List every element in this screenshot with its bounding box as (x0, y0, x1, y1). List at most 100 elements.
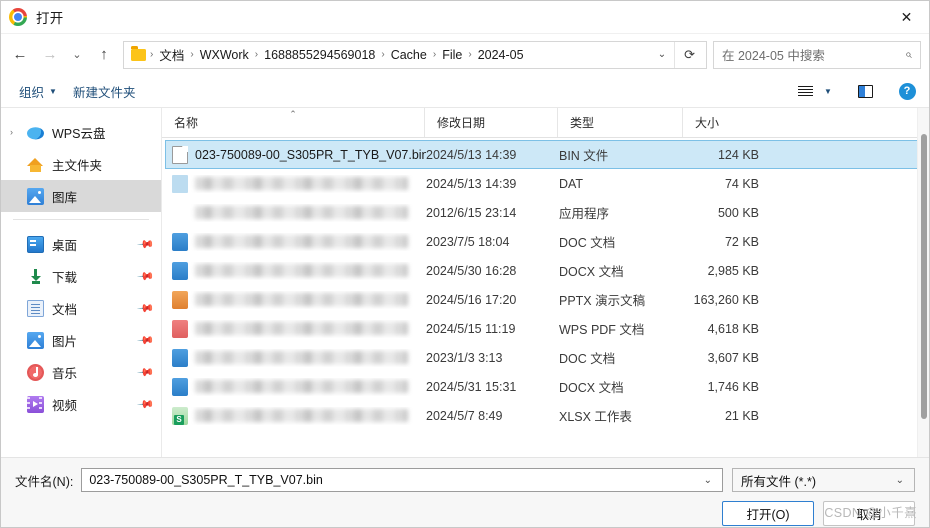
file-date: 2023/1/3 3:13 (426, 350, 503, 365)
cancel-button[interactable]: 取消 (823, 501, 915, 526)
exe-file-icon (172, 204, 188, 222)
table-row[interactable]: 2024/5/30 16:28 DOCX 文档 2,985 KB (165, 256, 926, 285)
file-name-cell (166, 348, 426, 367)
file-type: DOC 文档 (559, 236, 616, 250)
chevron-right-icon[interactable]: › (10, 127, 13, 137)
view-options-caret[interactable]: ▼ (819, 78, 837, 104)
recent-locations-icon[interactable]: ⌄ (65, 41, 89, 69)
table-row[interactable]: 2024/5/7 8:49 XLSX 工作表 21 KB (165, 401, 926, 430)
table-row[interactable]: 2024/5/16 17:20 PPTX 演示文稿 163,260 KB (165, 285, 926, 314)
command-bar: 组织 ▼ 新建文件夹 ▼ ? (1, 75, 929, 108)
sidebar-item-gallery[interactable]: 图库 (1, 180, 161, 212)
pin-icon[interactable]: 📌 (137, 395, 156, 413)
file-size: 3,607 KB (707, 350, 759, 365)
sidebar-item-desktop[interactable]: 桌面 📌 (1, 228, 161, 260)
sidebar-item-downloads[interactable]: 下载 📌 (1, 260, 161, 292)
forward-icon[interactable]: → (35, 41, 65, 69)
sidebar-item-videos[interactable]: 视频 📌 (1, 388, 161, 420)
table-row[interactable]: 2024/5/31 15:31 DOCX 文档 1,746 KB (165, 372, 926, 401)
column-label: 类型 (570, 116, 595, 130)
pin-icon[interactable]: 📌 (137, 363, 156, 381)
table-row[interactable]: 2023/1/3 3:13 DOC 文档 3,607 KB (165, 343, 926, 372)
chevron-down-icon[interactable]: ⌄ (698, 475, 718, 486)
sidebar-item-home[interactable]: 主文件夹 (1, 148, 161, 180)
file-date: 2012/6/15 23:14 (426, 205, 517, 220)
breadcrumb-item-5[interactable]: 2024-05 (473, 48, 529, 62)
sidebar-item-wps-cloud[interactable]: › WPS云盘 (1, 116, 161, 148)
file-type: 应用程序 (559, 207, 610, 221)
new-folder-label: 新建文件夹 (72, 85, 136, 100)
new-folder-button[interactable]: 新建文件夹 (65, 78, 144, 105)
help-button[interactable]: ? (893, 78, 921, 104)
pin-icon[interactable]: 📌 (137, 235, 156, 253)
file-date: 2024/5/30 16:28 (426, 263, 517, 278)
column-header-size[interactable]: 大小 (683, 108, 761, 137)
breadcrumb-item-1[interactable]: WXWork (195, 48, 254, 62)
back-icon[interactable]: ← (5, 41, 35, 69)
view-options-button[interactable] (791, 78, 819, 104)
column-header-type[interactable]: 类型 (558, 108, 683, 137)
chevron-down-icon: ▼ (49, 86, 57, 96)
breadcrumb-item-2[interactable]: 1688855294569018 (259, 48, 380, 62)
file-type-filter-select[interactable]: 所有文件 (*.*) ⌄ (732, 468, 915, 492)
open-button[interactable]: 打开(O) (722, 501, 814, 526)
preview-pane-button[interactable] (851, 78, 879, 104)
pictures-icon (27, 331, 44, 349)
sidebar-item-documents[interactable]: 文档 📌 (1, 292, 161, 324)
search-input[interactable]: 在 2024-05 中搜索 ⌕ (713, 40, 921, 69)
sidebar-item-music[interactable]: 音乐 📌 (1, 356, 161, 388)
table-row[interactable]: 2024/5/15 11:19 WPS PDF 文档 4,618 KB (165, 314, 926, 343)
preview-pane-icon (857, 84, 873, 98)
close-icon[interactable]: ✕ (884, 1, 929, 34)
column-header-name[interactable]: ⌃ 名称 (162, 108, 425, 137)
chevron-down-icon[interactable]: ⌄ (890, 475, 910, 486)
filename-row: 文件名(N): 023-750089-00_S305PR_T_TYB_V07.b… (15, 468, 915, 492)
vertical-scrollbar[interactable] (917, 108, 929, 457)
pin-icon[interactable]: 📌 (137, 299, 156, 317)
file-name-cell (166, 290, 426, 309)
up-icon[interactable]: ↑ (89, 41, 119, 69)
filename-input[interactable]: 023-750089-00_S305PR_T_TYB_V07.bin ⌄ (81, 468, 723, 492)
documents-icon (27, 299, 44, 317)
file-size: 4,618 KB (707, 321, 759, 336)
file-type: WPS PDF 文档 (559, 323, 645, 337)
pin-icon[interactable]: 📌 (137, 331, 156, 349)
file-size: 2,985 KB (707, 263, 759, 278)
sidebar-item-pictures[interactable]: 图片 📌 (1, 324, 161, 356)
sidebar-item-label: 音乐 (52, 366, 78, 381)
table-row[interactable]: 2012/6/15 23:14 应用程序 500 KB (165, 198, 926, 227)
breadcrumb-chevron-down-icon[interactable]: ⌄ (650, 49, 674, 60)
file-name-cell (166, 377, 426, 396)
doc-file-icon (172, 348, 188, 367)
breadcrumb[interactable]: › 文档 › WXWork › 1688855294569018 › Cache… (123, 40, 707, 69)
organize-button[interactable]: 组织 ▼ (11, 78, 65, 105)
table-row[interactable]: 2023/7/5 18:04 DOC 文档 72 KB (165, 227, 926, 256)
sidebar-item-label: 文档 (52, 302, 78, 317)
breadcrumb-item-4[interactable]: File (437, 48, 467, 62)
table-row[interactable]: 2024/5/13 14:39 DAT 74 KB (165, 169, 926, 198)
navigation-bar: ← → ⌄ ↑ › 文档 › WXWork › 1688855294569018… (1, 34, 929, 75)
file-date: 2024/5/13 14:39 (426, 176, 517, 191)
breadcrumb-item-0[interactable]: 文档 (154, 45, 189, 64)
column-header-date[interactable]: 修改日期 (425, 108, 558, 137)
scrollbar-thumb[interactable] (921, 134, 927, 419)
dat-file-icon (172, 174, 188, 193)
dialog-body: › WPS云盘 主文件夹 图库 桌面 📌 下载 📌 文档 📌 图片 📌 音乐 📌… (1, 108, 929, 457)
file-date: 2024/5/15 11:19 (426, 321, 516, 336)
list-view-icon (797, 85, 813, 97)
file-size: 163,260 KB (693, 292, 759, 307)
home-icon (27, 156, 44, 173)
refresh-icon[interactable]: ⟳ (674, 41, 704, 68)
ppt-file-icon (172, 290, 188, 309)
file-name-cell (166, 406, 426, 425)
download-icon (27, 268, 44, 285)
file-size: 500 KB (717, 205, 759, 220)
organize-label: 组织 (19, 85, 45, 100)
redacted-file-name (195, 235, 408, 248)
sidebar-item-label: 图片 (52, 334, 78, 349)
search-placeholder: 在 2024-05 中搜索 (722, 49, 825, 63)
pin-icon[interactable]: 📌 (137, 267, 156, 285)
table-row[interactable]: 023-750089-00_S305PR_T_TYB_V07.bin 2024/… (165, 140, 926, 169)
window-title: 打开 (36, 11, 64, 26)
breadcrumb-item-3[interactable]: Cache (386, 48, 432, 62)
